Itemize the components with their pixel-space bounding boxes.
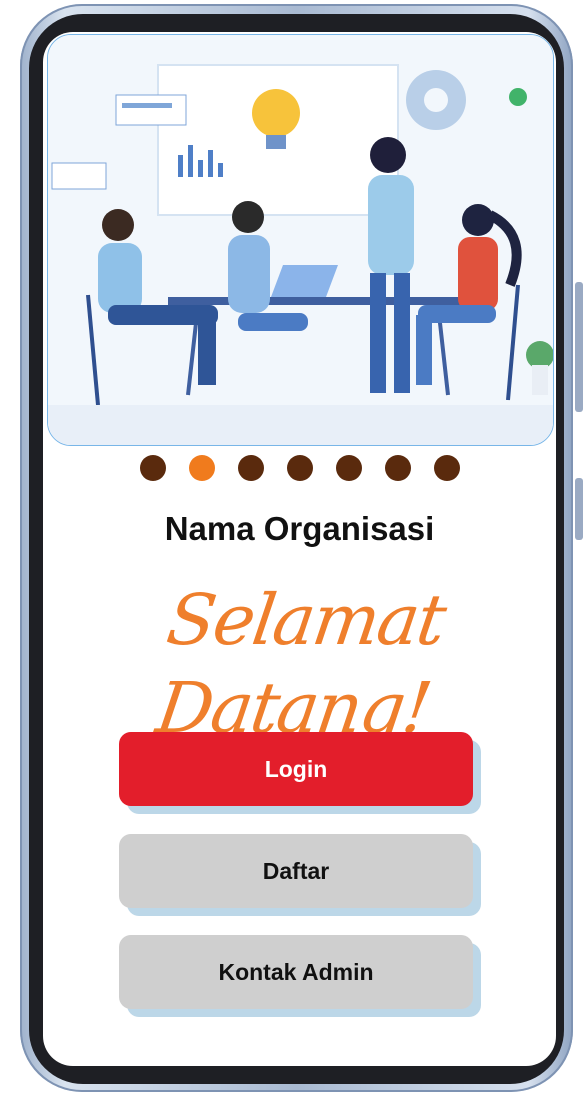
login-button[interactable]: Login bbox=[119, 732, 473, 806]
register-button[interactable]: Daftar bbox=[119, 834, 473, 908]
org-name: Nama Organisasi bbox=[164, 510, 435, 547]
volume-button bbox=[575, 282, 583, 412]
carousel-dot[interactable] bbox=[139, 455, 166, 481]
welcome-title: Selamat Datang! bbox=[151, 579, 450, 749]
carousel-dot[interactable] bbox=[286, 455, 313, 481]
contact-admin-button[interactable]: Kontak Admin bbox=[119, 935, 473, 1009]
carousel-dot[interactable] bbox=[384, 455, 411, 481]
carousel-dot[interactable] bbox=[335, 455, 362, 481]
hero-image bbox=[47, 34, 554, 446]
carousel-dot[interactable] bbox=[433, 455, 460, 481]
carousel-dot[interactable] bbox=[237, 455, 264, 481]
power-button bbox=[575, 478, 583, 540]
carousel-indicator bbox=[43, 455, 556, 481]
app-screen: Nama Organisasi Selamat Datang! Login Da… bbox=[43, 32, 556, 1066]
carousel-dot[interactable] bbox=[188, 455, 215, 481]
